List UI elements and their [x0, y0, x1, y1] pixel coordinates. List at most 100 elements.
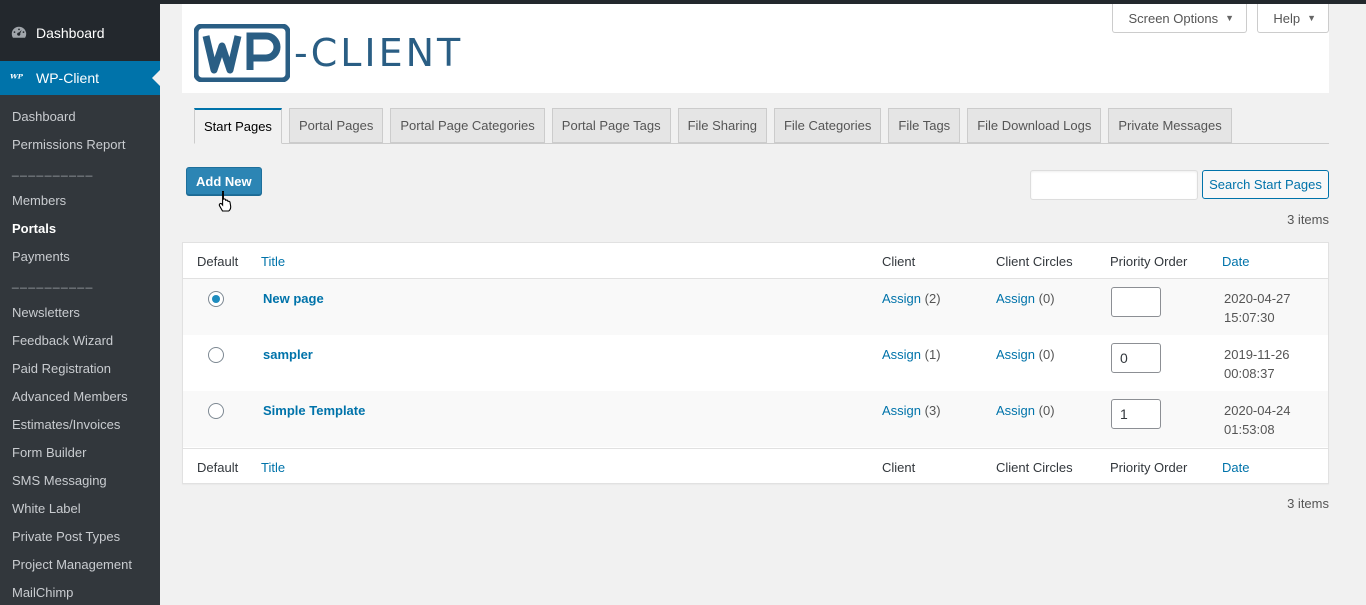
start-pages-table: Default Title Client Client Circles Prio… [182, 242, 1329, 484]
column-header-client-circles: Client Circles [996, 254, 1073, 269]
column-footer-default: Default [197, 460, 239, 475]
client-count: (3) [924, 403, 941, 418]
column-header-date[interactable]: Date [1222, 254, 1249, 269]
circles-count: (0) [1038, 291, 1055, 306]
caret-down-icon: ▼ [1307, 13, 1316, 23]
sidebar-item-estimates-invoices[interactable]: Estimates/Invoices [12, 417, 120, 432]
screen-options-button[interactable]: Screen Options ▼ [1112, 4, 1247, 33]
column-footer-client-circles: Client Circles [996, 460, 1073, 475]
sidebar-item-wp-client[interactable]: ᵂᴾ WP-Client [0, 61, 160, 95]
column-footer-title[interactable]: Title [261, 460, 285, 475]
screen-options-label: Screen Options [1128, 10, 1219, 26]
time-value: 15:07:30 [1224, 310, 1275, 325]
tab-file-categories[interactable]: File Categories [773, 108, 882, 143]
date-cell: 2019-11-26 00:08:37 [1224, 345, 1290, 383]
circles-count: (0) [1038, 403, 1055, 418]
sidebar-item-feedback-wizard[interactable]: Feedback Wizard [12, 333, 113, 348]
hand-pointer-cursor-icon [218, 190, 232, 212]
column-header-client: Client [882, 254, 916, 269]
table-row: sampler Assign (1) Assign (0) 0 2019-11-26 00… [183, 335, 1328, 391]
tab-file-tags[interactable]: File Tags [888, 108, 961, 143]
sidebar-item-label: Dashboard [36, 25, 105, 41]
date-cell: 2020-04-24 01:53:08 [1224, 401, 1291, 439]
sidebar-item-members[interactable]: Members [12, 193, 66, 208]
items-count-top: 3 items [1287, 212, 1329, 227]
assign-circles-link[interactable]: Assign [996, 291, 1035, 306]
table-header: Default Title Client Client Circles Prio… [183, 243, 1328, 279]
default-radio[interactable] [208, 347, 224, 363]
column-footer-client: Client [882, 460, 916, 475]
client-count: (1) [924, 347, 941, 362]
table-row: New page Assign (2) Assign (0) 2020-04-27 15… [183, 279, 1328, 335]
column-footer-priority-order: Priority Order [1110, 460, 1188, 475]
date-value: 2019-11-26 [1224, 347, 1290, 362]
wp-logo-mark-icon [194, 24, 290, 82]
caret-down-icon: ▼ [1225, 13, 1234, 23]
sidebar-item-label: WP-Client [36, 70, 100, 86]
sidebar-item-sms-messaging[interactable]: SMS Messaging [12, 473, 107, 488]
assign-client-link[interactable]: Assign [882, 291, 921, 306]
page-title-link[interactable]: New page [263, 291, 324, 306]
date-value: 2020-04-27 [1224, 291, 1291, 306]
table-footer: Default Title Client Client Circles Prio… [183, 448, 1328, 484]
column-footer-date[interactable]: Date [1222, 460, 1249, 475]
assign-circles-link[interactable]: Assign [996, 403, 1035, 418]
assign-circles-link[interactable]: Assign [996, 347, 1035, 362]
page-title-link[interactable]: sampler [263, 347, 313, 362]
sidebar-item-white-label[interactable]: White Label [12, 501, 81, 516]
tab-file-sharing[interactable]: File Sharing [677, 108, 767, 143]
logo-wordmark: -CLIENT [294, 31, 464, 75]
table-row: Simple Template Assign (3) Assign (0) 1 2020… [183, 391, 1328, 447]
sidebar-item-project-management[interactable]: Project Management [12, 557, 132, 572]
items-count-bottom: 3 items [1287, 496, 1329, 511]
priority-order-input[interactable]: 1 [1111, 399, 1161, 429]
sidebar-item-form-builder[interactable]: Form Builder [12, 445, 86, 460]
dashboard-gauge-icon [11, 26, 27, 38]
time-value: 00:08:37 [1224, 366, 1275, 381]
circles-assign: Assign (0) [996, 403, 1055, 418]
tab-portal-page-tags[interactable]: Portal Page Tags [551, 108, 671, 143]
main-content: -CLIENT Screen Options ▼ Help ▼ Start Pa… [160, 4, 1366, 605]
sidebar-item-portals[interactable]: Portals [12, 221, 56, 236]
help-button[interactable]: Help ▼ [1257, 4, 1329, 33]
sidebar-item-paid-registration[interactable]: Paid Registration [12, 361, 111, 376]
sidebar-item-private-post-types[interactable]: Private Post Types [12, 529, 120, 544]
nav-tabs: Start Pages Portal Pages Portal Page Categ… [194, 108, 1239, 144]
assign-client-link[interactable]: Assign [882, 347, 921, 362]
default-radio[interactable] [208, 291, 224, 307]
client-assign: Assign (3) [882, 403, 941, 418]
search-start-pages-input[interactable] [1030, 170, 1198, 200]
sidebar-item-dashboard[interactable]: Dashboard [0, 14, 160, 52]
circles-count: (0) [1038, 347, 1055, 362]
search-start-pages-button[interactable]: Search Start Pages [1202, 170, 1329, 199]
tab-portal-page-categories[interactable]: Portal Page Categories [390, 108, 545, 143]
page-title-link[interactable]: Simple Template [263, 403, 365, 418]
client-assign: Assign (1) [882, 347, 941, 362]
sidebar-item-dashboard[interactable]: Dashboard [12, 109, 76, 124]
sidebar-item-permissions-report[interactable]: Permissions Report [12, 137, 125, 152]
tab-file-download-logs[interactable]: File Download Logs [967, 108, 1102, 143]
assign-client-link[interactable]: Assign [882, 403, 921, 418]
priority-order-input[interactable] [1111, 287, 1161, 317]
column-header-priority-order: Priority Order [1110, 254, 1188, 269]
client-count: (2) [924, 291, 941, 306]
default-radio[interactable] [208, 403, 224, 419]
sidebar-separator: __________ [12, 163, 94, 177]
sidebar-item-mailchimp[interactable]: MailChimp [12, 585, 73, 600]
admin-sidebar: Dashboard ᵂᴾ WP-Client Dashboard Permissi… [0, 0, 160, 605]
sidebar-item-advanced-members[interactable]: Advanced Members [12, 389, 128, 404]
tab-start-pages[interactable]: Start Pages [194, 108, 282, 144]
client-assign: Assign (2) [882, 291, 941, 306]
tab-private-messages[interactable]: Private Messages [1108, 108, 1232, 143]
sidebar-item-newsletters[interactable]: Newsletters [12, 305, 80, 320]
wp-client-logo: -CLIENT [194, 24, 463, 82]
circles-assign: Assign (0) [996, 347, 1055, 362]
date-value: 2020-04-24 [1224, 403, 1291, 418]
column-header-title[interactable]: Title [261, 254, 285, 269]
sidebar-separator: __________ [12, 275, 94, 289]
sidebar-item-payments[interactable]: Payments [12, 249, 70, 264]
date-cell: 2020-04-27 15:07:30 [1224, 289, 1291, 327]
tab-portal-pages[interactable]: Portal Pages [288, 108, 384, 143]
priority-order-input[interactable]: 0 [1111, 343, 1161, 373]
help-label: Help [1273, 10, 1301, 26]
